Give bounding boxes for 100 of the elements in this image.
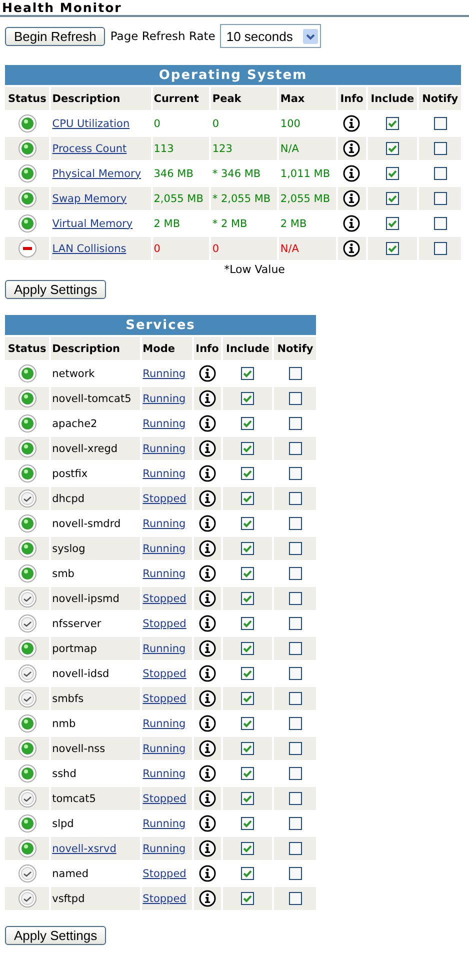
include-checkbox[interactable] bbox=[241, 392, 254, 405]
notify-checkbox[interactable] bbox=[288, 392, 302, 405]
mode-link[interactable]: Running bbox=[142, 468, 186, 480]
notify-checkbox[interactable] bbox=[288, 592, 302, 605]
info-icon[interactable] bbox=[198, 390, 216, 407]
notify-checkbox[interactable] bbox=[288, 417, 302, 430]
include-checkbox[interactable] bbox=[241, 542, 254, 555]
mode-link[interactable]: Running bbox=[142, 818, 186, 830]
info-icon[interactable] bbox=[198, 440, 216, 457]
info-icon[interactable] bbox=[343, 215, 360, 232]
include-checkbox[interactable] bbox=[386, 242, 399, 255]
include-checkbox[interactable] bbox=[241, 867, 254, 880]
include-checkbox[interactable] bbox=[241, 717, 254, 730]
include-checkbox[interactable] bbox=[241, 517, 254, 530]
apply-settings-button[interactable]: Apply Settings bbox=[5, 280, 106, 299]
info-icon[interactable] bbox=[198, 715, 216, 732]
info-icon[interactable] bbox=[198, 765, 216, 782]
notify-checkbox[interactable] bbox=[288, 642, 302, 655]
notify-checkbox[interactable] bbox=[288, 717, 302, 730]
info-icon[interactable] bbox=[198, 515, 216, 532]
mode-link[interactable]: Stopped bbox=[142, 618, 186, 630]
info-icon[interactable] bbox=[198, 590, 216, 607]
begin-refresh-button[interactable]: Begin Refresh bbox=[5, 26, 106, 46]
notify-checkbox[interactable] bbox=[288, 867, 302, 880]
info-icon[interactable] bbox=[198, 540, 216, 557]
notify-checkbox[interactable] bbox=[288, 567, 302, 580]
metric-link[interactable]: CPU Utilization bbox=[52, 118, 130, 130]
metric-link[interactable]: Physical Memory bbox=[52, 168, 142, 180]
include-checkbox[interactable] bbox=[241, 667, 254, 680]
notify-checkbox[interactable] bbox=[288, 367, 302, 380]
info-icon[interactable] bbox=[198, 690, 216, 707]
notify-checkbox[interactable] bbox=[434, 192, 447, 205]
info-icon[interactable] bbox=[198, 840, 216, 857]
include-checkbox[interactable] bbox=[386, 142, 399, 155]
notify-checkbox[interactable] bbox=[434, 117, 447, 130]
include-checkbox[interactable] bbox=[241, 442, 254, 455]
info-icon[interactable] bbox=[343, 240, 360, 257]
include-checkbox[interactable] bbox=[241, 467, 254, 480]
mode-link[interactable]: Stopped bbox=[142, 868, 186, 880]
mode-link[interactable]: Running bbox=[142, 368, 186, 380]
notify-checkbox[interactable] bbox=[288, 467, 302, 480]
notify-checkbox[interactable] bbox=[288, 667, 302, 680]
notify-checkbox[interactable] bbox=[288, 617, 302, 630]
metric-link[interactable]: Virtual Memory bbox=[52, 218, 133, 230]
notify-checkbox[interactable] bbox=[434, 217, 447, 230]
mode-link[interactable]: Running bbox=[142, 518, 186, 530]
include-checkbox[interactable] bbox=[241, 892, 254, 905]
include-checkbox[interactable] bbox=[241, 617, 254, 630]
notify-checkbox[interactable] bbox=[288, 492, 302, 505]
include-checkbox[interactable] bbox=[241, 642, 254, 655]
notify-checkbox[interactable] bbox=[288, 442, 302, 455]
notify-checkbox[interactable] bbox=[288, 792, 302, 805]
include-checkbox[interactable] bbox=[386, 217, 399, 230]
notify-checkbox[interactable] bbox=[288, 542, 302, 555]
mode-link[interactable]: Running bbox=[142, 768, 186, 780]
info-icon[interactable] bbox=[198, 890, 216, 907]
notify-checkbox[interactable] bbox=[434, 242, 447, 255]
include-checkbox[interactable] bbox=[241, 492, 254, 505]
info-icon[interactable] bbox=[198, 815, 216, 832]
mode-link[interactable]: Stopped bbox=[142, 668, 186, 680]
notify-checkbox[interactable] bbox=[288, 517, 302, 530]
include-checkbox[interactable] bbox=[241, 817, 254, 830]
notify-checkbox[interactable] bbox=[288, 692, 302, 705]
info-icon[interactable] bbox=[198, 865, 216, 882]
info-icon[interactable] bbox=[198, 790, 216, 807]
info-icon[interactable] bbox=[198, 615, 216, 632]
info-icon[interactable] bbox=[198, 415, 216, 432]
notify-checkbox[interactable] bbox=[288, 842, 302, 855]
include-checkbox[interactable] bbox=[241, 767, 254, 780]
include-checkbox[interactable] bbox=[386, 192, 399, 205]
info-icon[interactable] bbox=[198, 365, 216, 382]
info-icon[interactable] bbox=[198, 740, 216, 757]
notify-checkbox[interactable] bbox=[288, 767, 302, 780]
info-icon[interactable] bbox=[343, 165, 360, 182]
info-icon[interactable] bbox=[198, 665, 216, 682]
notify-checkbox[interactable] bbox=[434, 167, 447, 180]
notify-checkbox[interactable] bbox=[434, 142, 447, 155]
info-icon[interactable] bbox=[198, 640, 216, 657]
notify-checkbox[interactable] bbox=[288, 817, 302, 830]
info-icon[interactable] bbox=[198, 465, 216, 482]
notify-checkbox[interactable] bbox=[288, 742, 302, 755]
mode-link[interactable]: Running bbox=[142, 418, 186, 430]
mode-link[interactable]: Running bbox=[142, 718, 186, 730]
notify-checkbox[interactable] bbox=[288, 892, 302, 905]
include-checkbox[interactable] bbox=[241, 567, 254, 580]
include-checkbox[interactable] bbox=[241, 592, 254, 605]
info-icon[interactable] bbox=[343, 190, 360, 207]
apply-settings-button[interactable]: Apply Settings bbox=[5, 926, 106, 945]
include-checkbox[interactable] bbox=[241, 367, 254, 380]
include-checkbox[interactable] bbox=[241, 842, 254, 855]
include-checkbox[interactable] bbox=[241, 417, 254, 430]
info-icon[interactable] bbox=[198, 565, 216, 582]
info-icon[interactable] bbox=[343, 140, 360, 157]
include-checkbox[interactable] bbox=[241, 692, 254, 705]
mode-link[interactable]: Running bbox=[142, 568, 186, 580]
refresh-rate-dropdown[interactable]: 10 seconds bbox=[220, 24, 321, 48]
info-icon[interactable] bbox=[198, 490, 216, 507]
include-checkbox[interactable] bbox=[386, 167, 399, 180]
include-checkbox[interactable] bbox=[241, 792, 254, 805]
info-icon[interactable] bbox=[343, 115, 360, 132]
